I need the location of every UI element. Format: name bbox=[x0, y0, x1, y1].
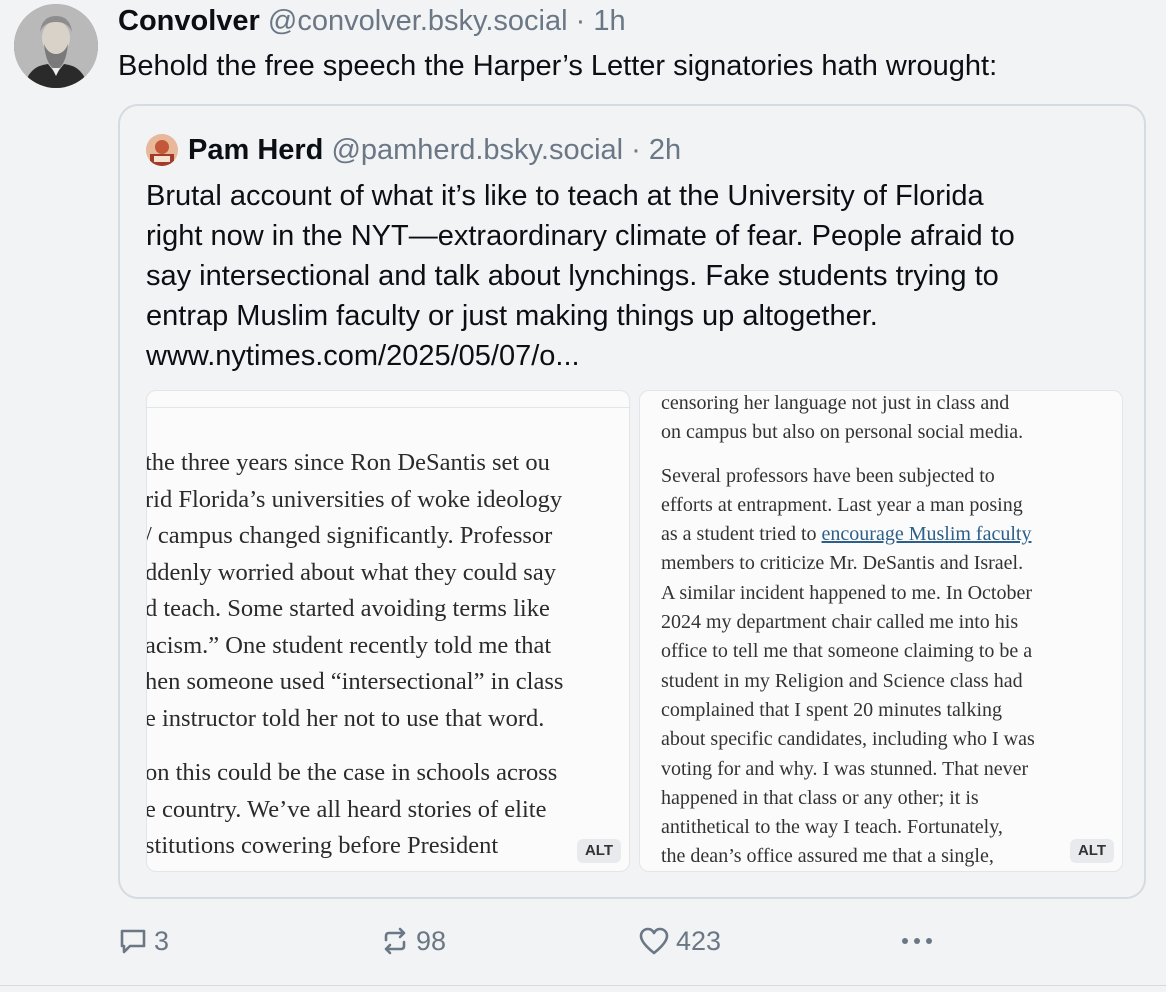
image-divider bbox=[147, 407, 629, 408]
excerpt-line: / campus changed significantly. Professo… bbox=[146, 522, 553, 549]
reply-icon bbox=[120, 929, 146, 954]
separator-dot: · bbox=[631, 134, 641, 166]
quoted-post-header: Pam Herd @pamherd.bsky.social · 2h bbox=[188, 132, 681, 168]
article-image-1[interactable]: the three years since Ron DeSantis set o… bbox=[146, 390, 630, 872]
quoted-text-line: Brutal account of what it’s like to teac… bbox=[146, 180, 984, 212]
quoted-post-text: Brutal account of what it’s like to teac… bbox=[146, 176, 1136, 376]
article-excerpt-2: censoring her language not just in class… bbox=[661, 391, 1035, 871]
excerpt-line: office to tell me that someone claiming … bbox=[661, 640, 1033, 663]
article-image-2[interactable]: censoring her language not just in class… bbox=[639, 390, 1123, 872]
repost-button[interactable]: 98 bbox=[380, 918, 446, 960]
quoted-text-line: say intersectional and talk about lynchi… bbox=[146, 260, 999, 292]
excerpt-line: censoring her language not just in class… bbox=[661, 392, 1010, 414]
quoted-text-link[interactable]: www.nytimes.com/2025/05/07/o... bbox=[146, 336, 1136, 376]
excerpt-line: antithetical to the way I teach. Fortuna… bbox=[661, 816, 1003, 839]
repost-icon bbox=[384, 927, 406, 955]
quoted-post-time[interactable]: 2h bbox=[649, 134, 681, 166]
like-count: 423 bbox=[676, 925, 722, 956]
quoted-author-avatar[interactable] bbox=[146, 134, 178, 166]
excerpt-line: e instructor told her not to use that wo… bbox=[146, 704, 545, 732]
excerpt-line: stitutions cowering before President bbox=[146, 832, 499, 859]
quoted-avatar-image bbox=[146, 134, 178, 166]
like-button[interactable]: 423 bbox=[638, 918, 721, 960]
excerpt-line: as a student tried to encourage Muslim f… bbox=[661, 520, 1035, 549]
excerpt-line: acism.” One student recently told me tha… bbox=[146, 631, 552, 659]
excerpt-line: members to criticize Mr. DeSantis and Is… bbox=[661, 552, 1024, 575]
reply-button[interactable]: 3 bbox=[118, 918, 169, 960]
excerpt-line: voting for and why. I was stunned. That … bbox=[661, 757, 1029, 780]
excerpt-line: on this could be the case in schools acr… bbox=[146, 759, 558, 786]
excerpt-line: happened in that class or any other; it … bbox=[661, 786, 979, 809]
excerpt-text: as a student tried to bbox=[661, 523, 822, 546]
post-header: Convolver @convolver.bsky.social · 1h bbox=[118, 4, 626, 38]
excerpt-line: student in my Religion and Science class… bbox=[661, 669, 1023, 692]
excerpt-line: rid Florida’s universities of woke ideol… bbox=[146, 485, 563, 513]
alt-badge[interactable]: ALT bbox=[576, 839, 621, 863]
excerpt-line: A similar incident happened to me. In Oc… bbox=[661, 581, 1033, 604]
excerpt-line: about specific candidates, including who… bbox=[661, 728, 1035, 751]
excerpt-line: Several professors have been subjected t… bbox=[661, 464, 995, 487]
portrait-image bbox=[14, 4, 98, 88]
excerpt-line: on campus but also on personal social me… bbox=[661, 421, 1024, 444]
ellipsis-icon bbox=[902, 937, 932, 944]
post-time[interactable]: 1h bbox=[593, 5, 625, 37]
separator-dot: · bbox=[575, 5, 586, 37]
post-actions: 3 98 423 bbox=[0, 918, 1166, 960]
heart-icon bbox=[639, 927, 669, 955]
article-link: encourage Muslim faculty bbox=[821, 523, 1032, 546]
repost-count: 98 bbox=[416, 925, 447, 956]
excerpt-line: efforts at entrapment. Last year a man p… bbox=[661, 493, 1023, 516]
quoted-author-handle[interactable]: @pamherd.bsky.social bbox=[331, 134, 623, 166]
author-avatar[interactable] bbox=[14, 4, 98, 88]
excerpt-line: ddenly worried about what they could say bbox=[146, 558, 556, 586]
post-divider bbox=[0, 985, 1166, 986]
post[interactable]: Convolver @convolver.bsky.social · 1h Be… bbox=[0, 0, 1166, 992]
excerpt-line: hen someone used “intersectional” in cla… bbox=[146, 668, 564, 695]
excerpt-line: e country. We’ve all heard stories of el… bbox=[146, 795, 547, 823]
excerpt-line: d teach. Some started avoiding terms lik… bbox=[146, 595, 550, 622]
excerpt-line: 2024 my department chair called me into … bbox=[661, 611, 1019, 634]
quoted-text-line: entrap Muslim faculty or just making thi… bbox=[146, 300, 878, 332]
author-handle[interactable]: @convolver.bsky.social bbox=[268, 5, 568, 37]
author-name[interactable]: Convolver bbox=[118, 5, 260, 37]
article-excerpt-1: the three years since Ron DeSantis set o… bbox=[146, 445, 564, 865]
excerpt-line: the three years since Ron DeSantis set o… bbox=[146, 449, 550, 476]
more-options-button[interactable] bbox=[898, 918, 944, 960]
post-text: Behold the free speech the Harper’s Lett… bbox=[118, 50, 998, 82]
quoted-author-name[interactable]: Pam Herd bbox=[188, 134, 323, 166]
quoted-text-line: right now in the NYT—extraordinary clima… bbox=[146, 220, 1015, 252]
excerpt-line: complained that I spent 20 minutes talki… bbox=[661, 698, 1003, 721]
excerpt-line: the dean’s office assured me that a sing… bbox=[661, 845, 994, 868]
alt-badge[interactable]: ALT bbox=[1069, 839, 1114, 863]
quoted-post[interactable]: Pam Herd @pamherd.bsky.social · 2h Bruta… bbox=[118, 104, 1146, 899]
reply-count: 3 bbox=[154, 925, 170, 956]
